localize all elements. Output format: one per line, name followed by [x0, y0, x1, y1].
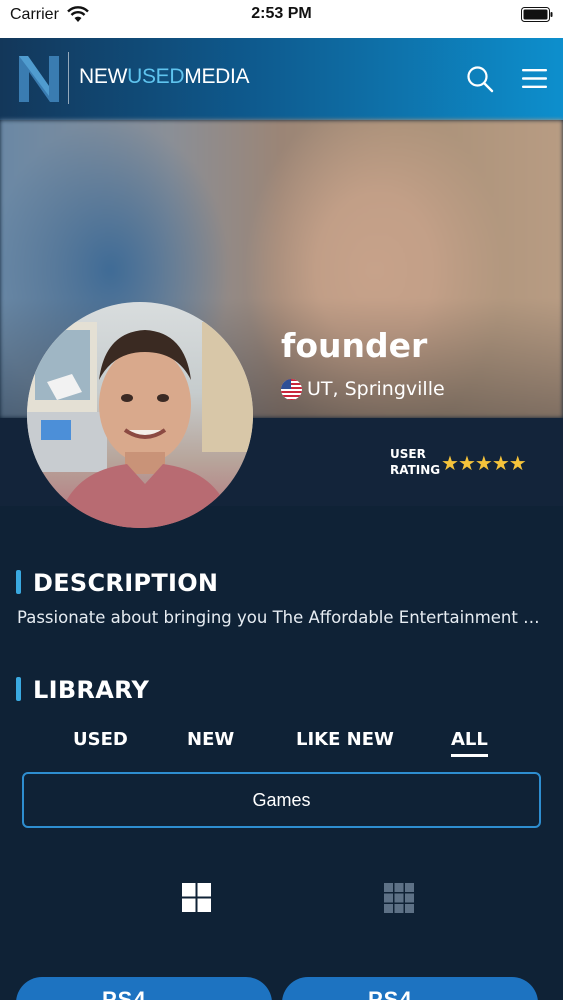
rating-label-line1: USER: [390, 447, 426, 461]
small-grid-view-icon[interactable]: [384, 883, 414, 913]
navigation-bar: NEWUSEDMEDIA: [0, 38, 563, 120]
tab-used[interactable]: USED: [73, 729, 128, 750]
large-grid-view-icon[interactable]: [182, 883, 211, 912]
star-icon: ★: [441, 451, 459, 475]
description-accent-bar: [16, 570, 21, 594]
library-accent-bar: [16, 677, 21, 701]
ps4-logo-icon: PS4: [102, 987, 147, 1000]
tab-new[interactable]: NEW: [187, 729, 234, 750]
star-icon: ★: [491, 451, 510, 475]
hamburger-menu-icon[interactable]: [522, 68, 547, 89]
us-flag-icon: [281, 379, 302, 400]
star-rating: ★★★★★: [441, 451, 527, 475]
location-label: UT, Springville: [307, 378, 445, 400]
star-icon: ★: [508, 451, 527, 475]
logo-n-icon[interactable]: [16, 52, 62, 104]
search-icon[interactable]: [466, 65, 494, 93]
username: founder: [281, 326, 428, 365]
brand-media: MEDIA: [184, 65, 250, 88]
category-games-button[interactable]: Games: [22, 772, 541, 828]
status-bar: Carrier 2:53 PM: [0, 0, 563, 38]
brand-used: USED: [127, 65, 185, 88]
brand-wordmark[interactable]: NEWUSEDMEDIA: [79, 65, 250, 89]
rating-label-line2: RATING: [390, 463, 441, 477]
avatar[interactable]: [27, 302, 253, 528]
library-title: LIBRARY: [33, 676, 150, 704]
star-icon: ★: [457, 451, 476, 475]
tab-like-new[interactable]: LIKE NEW: [296, 729, 394, 750]
clock: 2:53 PM: [251, 5, 312, 22]
library-item-card[interactable]: PS4: [16, 977, 272, 1000]
brand-new: NEW: [79, 65, 128, 88]
tab-all[interactable]: ALL: [451, 729, 488, 757]
description-text[interactable]: Passionate about bringing you The Afford…: [17, 608, 547, 627]
library-item-card[interactable]: PS4: [282, 977, 538, 1000]
user-rating-label: USER RATING: [390, 446, 440, 478]
star-icon: ★: [474, 451, 493, 475]
logo-divider: [68, 52, 69, 104]
battery-icon: [521, 7, 553, 22]
description-title: DESCRIPTION: [33, 569, 219, 597]
ps4-logo-icon: PS4: [368, 987, 413, 1000]
avatar-portrait: [27, 322, 253, 528]
